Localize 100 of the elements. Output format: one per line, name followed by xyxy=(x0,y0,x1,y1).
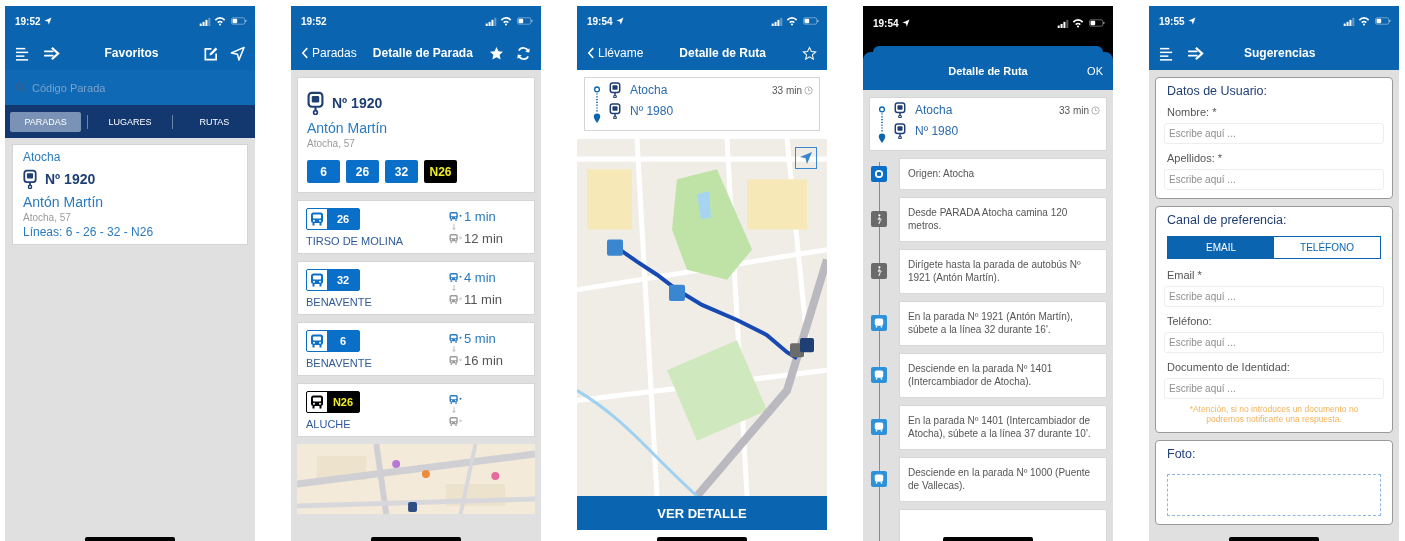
status-time: 19:54 xyxy=(873,17,899,29)
arrow-icon xyxy=(452,224,456,230)
bus-icon xyxy=(448,332,462,344)
line-number: N26 xyxy=(331,394,355,410)
line-number: 32 xyxy=(335,272,351,288)
destination-stop: Nº 1980 xyxy=(630,104,674,118)
destination: BENAVENTE xyxy=(306,295,373,308)
destination: TIRSO DE MOLINA xyxy=(306,234,405,247)
back-button[interactable]: Llévame xyxy=(587,46,644,60)
route-duration: 33 min xyxy=(772,85,802,96)
favorite-card[interactable]: Atocha Nº 1920 Antón Martín Atocha, 57 Líneas: 6 - 26 - 32 - N26 xyxy=(12,144,248,245)
screen-title: Detalle de Ruta xyxy=(678,46,768,60)
wifi-icon xyxy=(1358,16,1370,26)
bus-icon xyxy=(307,269,327,290)
logo-icon[interactable] xyxy=(1186,45,1204,61)
warning-note: *Atención, si no introduces un documento no podremos notificarte una respuesta. xyxy=(1188,404,1360,424)
arrival-card[interactable]: 6 BENAVENTE 5 min 16 min xyxy=(297,322,535,376)
wifi-icon xyxy=(1072,18,1084,28)
search-field[interactable]: Código Parada xyxy=(5,70,255,105)
bus-icon xyxy=(448,293,462,305)
arrival-time: 16 min xyxy=(464,352,504,368)
clock-icon xyxy=(804,86,813,95)
line-badge[interactable]: 26 xyxy=(346,160,379,183)
input-field[interactable]: Escribe aquí ... xyxy=(1164,123,1384,144)
signal-icon xyxy=(485,16,497,26)
chevron-icon xyxy=(587,47,595,59)
details-button[interactable]: VER DETALLE xyxy=(577,496,827,530)
star-outline-icon[interactable] xyxy=(802,45,817,61)
step-card: En la parada Nº 1401 (Intercambiador de Atocha), súbete a la línea 37 durante 10'. xyxy=(899,404,1107,450)
field-label: Email * xyxy=(1167,269,1203,281)
status-time: 19:54 xyxy=(587,15,613,27)
destination-stop: Nº 1980 xyxy=(915,124,959,138)
screen-title: Detalle de Parada xyxy=(371,46,474,60)
status-time: 19:55 xyxy=(1159,15,1185,27)
chevron-icon xyxy=(301,47,309,59)
line-number: 26 xyxy=(335,211,351,227)
field-label: Teléfono: xyxy=(1167,315,1213,327)
step-card: Desciende en la parada Nº 1000 (Puente de Vallecas). xyxy=(899,456,1107,502)
arrival-time: 11 min xyxy=(464,291,503,307)
bus-icon xyxy=(448,271,462,283)
location-arrow-icon[interactable] xyxy=(230,45,245,61)
field-label: Apellidos: * xyxy=(1167,152,1224,164)
walking-person-icon xyxy=(871,263,887,279)
arrow-icon xyxy=(452,346,456,352)
step-card: En la parada Nº 1921 (Antón Martín), súbete a la línea 32 durante 16'. xyxy=(899,300,1107,346)
step-card: Origen: Atocha xyxy=(899,158,1107,190)
input-field[interactable]: Escribe aquí ... xyxy=(1164,169,1384,190)
place-name: Atocha xyxy=(23,150,62,164)
bus-icon xyxy=(871,315,887,331)
stop-number: Nº 1920 xyxy=(332,95,383,111)
menu-icon[interactable] xyxy=(15,45,30,61)
step-card: Desde PARADA Atocha camina 120 metros. xyxy=(899,196,1107,242)
signal-icon xyxy=(199,16,211,26)
line-badge[interactable]: 6 xyxy=(307,160,340,183)
ok-button[interactable]: OK xyxy=(1027,65,1103,77)
back-button[interactable]: Paradas xyxy=(301,46,357,60)
tab[interactable]: RUTAS xyxy=(178,111,250,132)
wifi-icon xyxy=(214,16,226,26)
origin-stop: Atocha xyxy=(915,103,953,117)
stop-name: Antón Martín xyxy=(23,194,105,210)
field-label: Nombre: * xyxy=(1167,106,1218,118)
section-title: Canal de preferencia: xyxy=(1167,213,1288,227)
bus-icon xyxy=(448,232,462,244)
step-card: Desciende en la parada Nº 1401 (Intercambiador de Atocha). xyxy=(899,352,1107,398)
input-field[interactable]: Escribe aquí ... xyxy=(1164,332,1384,353)
stop-name: Antón Martín xyxy=(307,120,389,136)
bus-icon xyxy=(307,330,327,351)
menu-icon[interactable] xyxy=(1159,45,1174,61)
edit-icon[interactable] xyxy=(203,45,218,61)
status-time: 19:52 xyxy=(301,15,327,27)
bus-stop-icon xyxy=(894,123,906,139)
input-field[interactable]: Escribe aquí ... xyxy=(1164,286,1384,307)
arrival-card[interactable]: 26 TIRSO DE MOLINA 1 min 12 min xyxy=(297,200,535,254)
battery-icon xyxy=(1089,19,1105,27)
bus-stop-icon xyxy=(307,91,324,115)
signal-icon xyxy=(771,16,783,26)
battery-icon xyxy=(803,17,819,25)
refresh-icon[interactable] xyxy=(516,45,531,61)
tab[interactable]: LUGARES xyxy=(94,111,166,132)
stop-address: Atocha, 57 xyxy=(307,138,356,149)
signal-icon xyxy=(1343,16,1355,26)
bus-icon xyxy=(448,415,462,427)
channel-option[interactable]: EMAIL xyxy=(1168,237,1274,258)
locate-button[interactable] xyxy=(795,147,817,169)
wifi-icon xyxy=(786,16,798,26)
line-badge[interactable]: 32 xyxy=(385,160,418,183)
section-title: Datos de Usuario: xyxy=(1167,84,1269,98)
logo-icon[interactable] xyxy=(42,45,60,61)
line-badge[interactable]: N26 xyxy=(424,160,457,183)
clock-icon xyxy=(1091,106,1100,115)
screen-title: Sugerencias xyxy=(1244,46,1317,60)
stop-number: Nº 1920 xyxy=(45,171,96,187)
input-field[interactable]: Escribe aquí ... xyxy=(1164,378,1384,399)
arrival-time: 4 min xyxy=(464,269,496,285)
arrival-card[interactable]: 32 BENAVENTE 4 min 11 min xyxy=(297,261,535,315)
battery-icon xyxy=(517,17,533,25)
bus-stop-icon xyxy=(23,169,37,189)
star-icon[interactable] xyxy=(489,45,504,61)
arrival-card[interactable]: N26 ALUCHE xyxy=(297,383,535,437)
status-time: 19:52 xyxy=(15,15,41,27)
